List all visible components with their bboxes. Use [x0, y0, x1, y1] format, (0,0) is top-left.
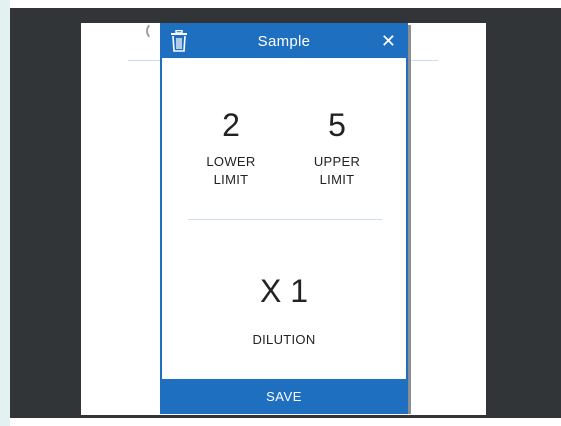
dilution-label: DILUTION: [252, 332, 316, 347]
lower-limit-value[interactable]: 2: [186, 105, 276, 145]
upper-limit-control[interactable]: 5 UPPER LIMIT: [292, 105, 382, 189]
upper-limit-label: UPPER LIMIT: [313, 154, 361, 187]
dialog-header: Sample ✕: [162, 25, 406, 58]
upper-limit-value[interactable]: 5: [292, 105, 382, 145]
lower-limit-label: LOWER LIMIT: [206, 154, 256, 187]
save-button[interactable]: SAVE: [162, 379, 406, 412]
close-icon[interactable]: ✕: [381, 25, 396, 58]
lower-limit-control[interactable]: 2 LOWER LIMIT: [186, 105, 276, 189]
screen: Sample ✕ 2 LOWER LIMIT 5 UPPER LIMIT X 1…: [0, 0, 561, 426]
section-divider: [188, 219, 382, 220]
dialog-title: Sample: [257, 33, 311, 50]
sample-dialog: Sample ✕ 2 LOWER LIMIT 5 UPPER LIMIT X 1…: [160, 23, 408, 414]
limits-section: 2 LOWER LIMIT 5 UPPER LIMIT: [162, 105, 406, 215]
dilution-control[interactable]: X 1 DILUTION: [162, 271, 406, 349]
trash-icon[interactable]: [170, 29, 188, 52]
dilution-value[interactable]: X 1: [162, 271, 406, 311]
left-side-strip: [0, 0, 10, 426]
